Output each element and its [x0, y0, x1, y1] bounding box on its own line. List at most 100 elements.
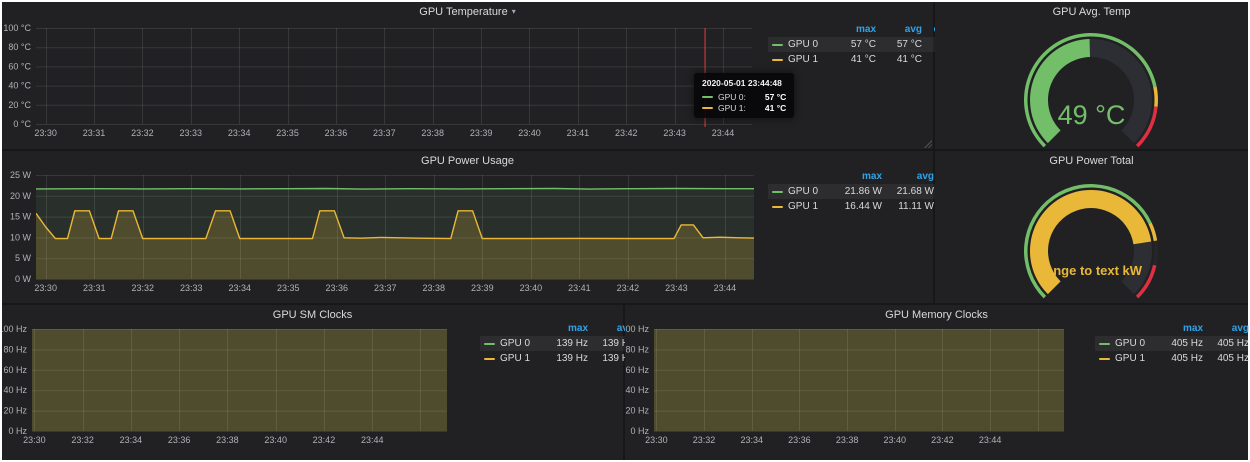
- svg-text:5 W: 5 W: [15, 253, 32, 263]
- legend-series-toggle[interactable]: GPU 1: [772, 52, 830, 67]
- legend-stat-value: 41 °C: [830, 52, 876, 67]
- svg-text:23:32: 23:32: [131, 128, 154, 138]
- series-fill: [654, 321, 1064, 431]
- legend-col-header-max[interactable]: max: [830, 22, 876, 37]
- legend-header-row: maxavgcurrent: [1095, 321, 1250, 336]
- svg-text:60 °C: 60 °C: [8, 61, 31, 71]
- tooltip-timestamp: 2020-05-01 23:44:48: [702, 78, 786, 88]
- svg-text:80 Hz: 80 Hz: [625, 344, 649, 354]
- series-color-swatch: [484, 343, 495, 345]
- legend-col-header-max[interactable]: max: [830, 169, 882, 184]
- legend-stat-value: 11.11 W: [882, 199, 934, 214]
- chevron-down-icon: ▾: [512, 8, 516, 16]
- legend-col-header-avg[interactable]: avg: [876, 22, 922, 37]
- legend-series-toggle[interactable]: GPU 1: [1099, 351, 1157, 366]
- legend-col-header-max[interactable]: max: [542, 321, 588, 336]
- svg-text:23:44: 23:44: [361, 435, 384, 445]
- svg-text:100 Hz: 100 Hz: [625, 324, 649, 334]
- legend-series-label: GPU 0: [788, 184, 818, 199]
- svg-text:23:31: 23:31: [83, 128, 106, 138]
- svg-text:23:37: 23:37: [373, 128, 396, 138]
- svg-text:23:33: 23:33: [180, 283, 203, 293]
- legend-stat-value: 139 Hz: [542, 351, 588, 366]
- legend-series-toggle[interactable]: GPU 0: [772, 184, 830, 199]
- legend-col-header-avg[interactable]: avg: [882, 169, 934, 184]
- svg-text:23:44: 23:44: [712, 128, 735, 138]
- legend-col-header-max[interactable]: max: [1157, 321, 1203, 336]
- svg-text:10 W: 10 W: [10, 232, 32, 242]
- gauge-value-text: 49 °C: [935, 100, 1248, 131]
- svg-text:23:40: 23:40: [264, 435, 287, 445]
- svg-text:60 Hz: 60 Hz: [3, 365, 27, 375]
- svg-text:23:44: 23:44: [714, 283, 737, 293]
- svg-text:23:40: 23:40: [518, 128, 541, 138]
- legend-stat-value: 57 °C: [876, 37, 922, 52]
- legend-col-header-avg[interactable]: avg: [1203, 321, 1249, 336]
- legend-series-toggle[interactable]: GPU 1: [772, 199, 830, 214]
- svg-text:23:38: 23:38: [421, 128, 444, 138]
- panel-title-text: GPU Temperature: [419, 6, 507, 18]
- svg-text:23:32: 23:32: [71, 435, 94, 445]
- svg-text:23:37: 23:37: [374, 283, 397, 293]
- legend-stat-value: 405 Hz: [1203, 336, 1249, 351]
- legend-series-toggle[interactable]: GPU 1: [484, 351, 542, 366]
- series-line: [36, 189, 766, 190]
- panel-gpu-power-usage: GPU Power Usage 0 W5 W10 W15 W20 W25 W23…: [2, 151, 933, 303]
- gauge-threshold-ring: [1153, 241, 1158, 266]
- tooltip-row: GPU 1: 41 °C: [702, 102, 786, 113]
- svg-text:23:36: 23:36: [788, 435, 811, 445]
- svg-text:80 °C: 80 °C: [8, 42, 31, 52]
- legend-series-toggle[interactable]: GPU 0: [1099, 336, 1157, 351]
- svg-text:23:40: 23:40: [883, 435, 906, 445]
- legend-stat-value: 41 °C: [876, 52, 922, 67]
- svg-text:23:40: 23:40: [520, 283, 543, 293]
- panel-title-text: GPU SM Clocks: [273, 309, 352, 321]
- tooltip-series-value: 57 °C: [765, 92, 786, 102]
- tooltip-series-value: 41 °C: [765, 103, 786, 113]
- series-fills: [654, 321, 1064, 431]
- svg-text:80 Hz: 80 Hz: [3, 344, 27, 354]
- legend-stat-value: 139 Hz: [542, 336, 588, 351]
- svg-text:20 °C: 20 °C: [8, 100, 31, 110]
- svg-text:23:43: 23:43: [665, 283, 688, 293]
- svg-text:23:39: 23:39: [470, 128, 493, 138]
- screenshot-root: GPU Temperature ▾ 0 °C20 °C40 °C60 °C80 …: [0, 0, 1250, 462]
- series-fills: [32, 321, 447, 431]
- svg-text:100 Hz: 100 Hz: [2, 324, 27, 334]
- svg-text:23:31: 23:31: [83, 283, 106, 293]
- svg-text:23:30: 23:30: [34, 283, 57, 293]
- legend-stat-value: 405 Hz: [1157, 336, 1203, 351]
- legend-stat-value: 405 Hz: [1203, 351, 1249, 366]
- series-fill: [32, 321, 447, 431]
- svg-text:23:32: 23:32: [693, 435, 716, 445]
- svg-text:23:41: 23:41: [568, 283, 591, 293]
- panel-gpu-memory-clocks: GPU Memory Clocks 0 Hz20 Hz40 Hz60 Hz80 …: [625, 305, 1248, 460]
- series-color-swatch: [702, 107, 713, 109]
- axis-labels: 0 °C20 °C40 °C60 °C80 °C100 °C23:3023:31…: [3, 23, 734, 138]
- legend-stat-value: 57 °C: [830, 37, 876, 52]
- graph-tooltip: 2020-05-01 23:44:48 GPU 0: 57 °C GPU 1: …: [694, 73, 794, 118]
- svg-text:23:30: 23:30: [34, 128, 57, 138]
- svg-text:23:34: 23:34: [120, 435, 143, 445]
- legend-series-toggle[interactable]: GPU 0: [484, 336, 542, 351]
- legend-stat-value: 21.86 W: [830, 184, 882, 199]
- svg-text:23:35: 23:35: [277, 283, 300, 293]
- svg-text:23:33: 23:33: [180, 128, 203, 138]
- grid: [36, 28, 752, 125]
- svg-text:23:36: 23:36: [326, 283, 349, 293]
- legend-stat-value: 16.44 W: [830, 199, 882, 214]
- series-color-swatch: [484, 358, 495, 360]
- legend-series-label: GPU 1: [788, 52, 818, 67]
- svg-text:23:30: 23:30: [23, 435, 46, 445]
- svg-text:23:42: 23:42: [617, 283, 640, 293]
- svg-text:23:38: 23:38: [423, 283, 446, 293]
- svg-text:60 Hz: 60 Hz: [625, 365, 649, 375]
- legend-stat-value: 405 Hz: [1157, 351, 1203, 366]
- svg-text:23:34: 23:34: [740, 435, 763, 445]
- svg-text:23:42: 23:42: [615, 128, 638, 138]
- legend-series-label: GPU 0: [1115, 336, 1145, 351]
- svg-text:20 Hz: 20 Hz: [625, 406, 649, 416]
- svg-text:23:30: 23:30: [645, 435, 668, 445]
- panel-resize-handle[interactable]: [923, 139, 932, 148]
- legend-series-toggle[interactable]: GPU 0: [772, 37, 830, 52]
